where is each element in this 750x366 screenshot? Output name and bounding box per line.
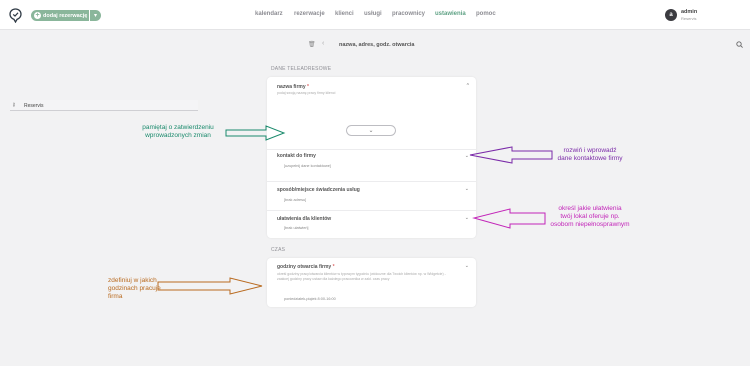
arrow-right-icon [225,125,286,141]
arrow-left-icon [469,146,553,164]
arrow-right-icon [157,277,263,295]
annotation-arrows [157,125,553,295]
arrow-left-icon [472,208,546,229]
